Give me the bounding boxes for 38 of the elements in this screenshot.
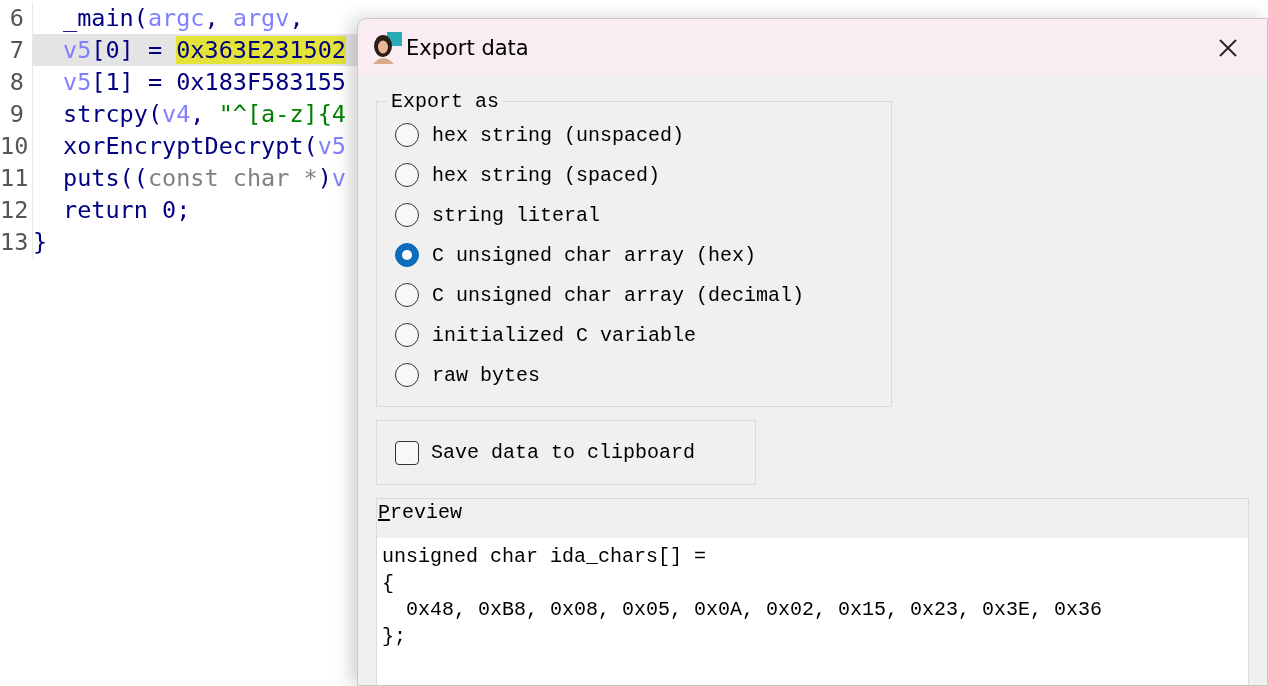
person-icon xyxy=(370,31,402,64)
line-number: 12 xyxy=(0,194,33,226)
radio-label: hex string (spaced) xyxy=(432,163,661,187)
code-line: } xyxy=(33,227,49,258)
line-number: 11 xyxy=(0,162,33,194)
code-line: puts((const char *)v xyxy=(62,163,347,194)
radio-label: C unsigned char array (decimal) xyxy=(432,283,805,307)
radio-label: string literal xyxy=(432,203,601,227)
group-label: Export as xyxy=(390,90,501,113)
radio-button[interactable] xyxy=(395,123,419,147)
code-line: strcpy(v4, "^[a-z]{4 xyxy=(62,99,347,130)
radio-button[interactable] xyxy=(395,363,419,387)
code-line: return 0; xyxy=(62,195,192,226)
group-label: Preview xyxy=(377,500,464,526)
checkbox-label: Save data to clipboard xyxy=(431,441,696,464)
radio-button[interactable] xyxy=(395,243,419,267)
radio-button[interactable] xyxy=(395,323,419,347)
radio-button[interactable] xyxy=(395,163,419,187)
preview-text-area[interactable]: unsigned char ida_chars[] = { 0x48, 0xB8, 0x08, 0x05, 0x0A, 0x02, 0x15, 0x23, 0x3E, 0x36 }; xyxy=(377,538,1248,685)
preview-line: }; xyxy=(382,623,407,650)
radio-label: raw bytes xyxy=(432,363,541,387)
code-line: _main(argc, argv, xyxy=(62,3,305,34)
preview-line: unsigned char ida_chars[] = xyxy=(382,544,708,570)
line-number: 10 xyxy=(0,130,33,162)
preview-line: { xyxy=(382,570,395,597)
line-number: 13 xyxy=(0,226,33,258)
radio-label: initialized C variable xyxy=(432,323,697,347)
radio-label: hex string (unspaced) xyxy=(432,123,685,147)
radio-button[interactable] xyxy=(395,283,419,307)
code-line: v5[1] = 0x183F583155 xyxy=(62,67,347,98)
preview-line: 0x48, 0xB8, 0x08, 0x05, 0x0A, 0x02, 0x15, 0x23, 0x3E, 0x36 xyxy=(405,597,1104,623)
code-line: xorEncryptDecrypt(v5 xyxy=(62,131,347,162)
checkbox-option[interactable]: Save data to clipboard xyxy=(395,440,696,465)
radio-label: C unsigned char array (hex) xyxy=(432,243,757,267)
checkbox[interactable] xyxy=(395,440,419,465)
radio-button[interactable] xyxy=(395,203,419,227)
window-title: Export data xyxy=(406,35,530,60)
close-icon xyxy=(1218,37,1238,58)
